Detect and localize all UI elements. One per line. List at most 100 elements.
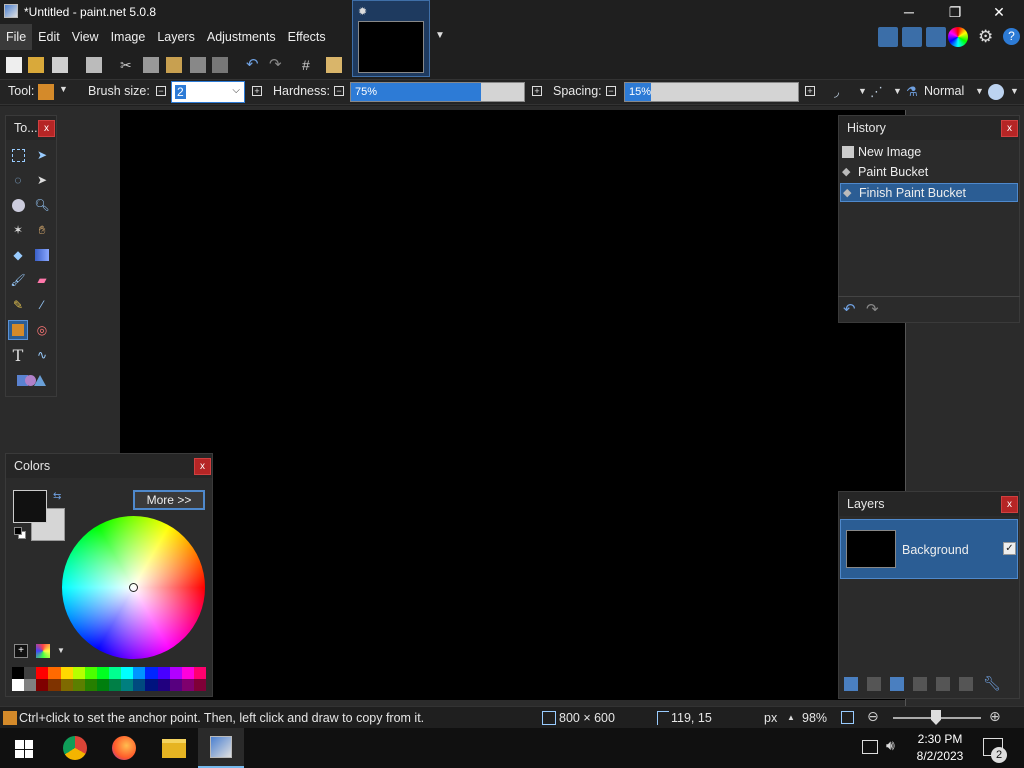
spacing-decrease[interactable]: − bbox=[606, 86, 616, 96]
close-button[interactable]: ✕ bbox=[976, 0, 1022, 24]
history-redo-icon[interactable]: ↷ bbox=[866, 300, 879, 318]
paintbrush-icon[interactable]: 🖌︎ bbox=[8, 270, 28, 290]
add-layer-icon[interactable] bbox=[844, 677, 858, 691]
zoom-slider-thumb[interactable] bbox=[931, 710, 941, 725]
move-layer-up-icon[interactable] bbox=[936, 677, 950, 691]
blend-mode-dropdown-icon[interactable]: ▼ bbox=[975, 86, 984, 96]
colors-window-icon[interactable] bbox=[948, 27, 968, 47]
more-colors-button[interactable]: More >> bbox=[133, 490, 205, 510]
move-layer-down-icon[interactable] bbox=[959, 677, 973, 691]
menu-adjustments[interactable]: Adjustments bbox=[201, 24, 282, 50]
help-icon[interactable]: ? bbox=[1003, 28, 1020, 45]
file-explorer-icon[interactable] bbox=[162, 739, 186, 758]
text-tool-icon[interactable]: T bbox=[8, 345, 28, 365]
sampling-icon[interactable]: ⋰ bbox=[870, 84, 886, 100]
start-windows-icon[interactable] bbox=[15, 740, 33, 758]
add-palette-color-icon[interactable]: + bbox=[14, 644, 28, 658]
units-selector[interactable]: px bbox=[764, 711, 777, 725]
menu-file[interactable]: File bbox=[0, 24, 33, 50]
hardness-decrease[interactable]: − bbox=[334, 86, 344, 96]
units-dropdown-icon[interactable]: ▲ bbox=[787, 713, 795, 722]
palette-menu-icon[interactable] bbox=[36, 644, 50, 658]
merge-layer-down-icon[interactable] bbox=[913, 677, 927, 691]
brush-size-increase[interactable]: + bbox=[252, 86, 262, 96]
paint-bucket-icon[interactable]: ◆ bbox=[8, 245, 28, 265]
swap-colors-icon[interactable]: ⇆ bbox=[53, 491, 61, 502]
color-picker-icon[interactable]: ⁄ bbox=[32, 295, 52, 315]
history-item-selected[interactable]: ◆ Finish Paint Bucket bbox=[840, 183, 1018, 202]
duplicate-layer-icon[interactable] bbox=[890, 677, 904, 691]
image-tab[interactable]: ✹ bbox=[352, 0, 430, 77]
eraser-icon[interactable]: ▰ bbox=[32, 270, 52, 290]
primary-color-swatch[interactable] bbox=[13, 490, 47, 523]
zoom-in-icon[interactable]: ⊕ bbox=[989, 708, 1001, 725]
spacing-increase[interactable]: + bbox=[805, 86, 815, 96]
color-palette[interactable] bbox=[12, 667, 206, 691]
image-canvas[interactable] bbox=[120, 110, 906, 700]
layer-visibility-checkbox[interactable]: ✓ bbox=[1003, 542, 1016, 555]
chrome-icon[interactable] bbox=[63, 736, 87, 760]
grid-icon[interactable]: # bbox=[302, 57, 318, 73]
antialiasing-icon[interactable]: ◞ bbox=[834, 84, 850, 100]
layers-panel-close[interactable]: x bbox=[1001, 496, 1018, 513]
clone-stamp-tool-icon[interactable] bbox=[8, 320, 28, 340]
hardness-slider[interactable]: 75% bbox=[350, 82, 525, 102]
taskbar-paintnet-button[interactable] bbox=[198, 728, 244, 768]
history-item[interactable]: New Image bbox=[840, 143, 1018, 162]
palette-dropdown-icon[interactable]: ▼ bbox=[57, 646, 65, 655]
menu-edit[interactable]: Edit bbox=[32, 24, 66, 50]
history-item[interactable]: ◆ Paint Bucket bbox=[840, 163, 1018, 182]
clock-time[interactable]: 2:30 PM bbox=[916, 732, 964, 746]
gradient-icon[interactable] bbox=[32, 245, 52, 265]
tool-dropdown-icon[interactable]: ▼ bbox=[59, 84, 68, 94]
tools-window-icon[interactable] bbox=[878, 27, 898, 47]
alpha-blending-icon[interactable] bbox=[988, 84, 1004, 100]
colors-panel-close[interactable]: x bbox=[194, 458, 211, 475]
alpha-blending-dropdown-icon[interactable]: ▼ bbox=[1010, 86, 1019, 96]
antialiasing-dropdown-icon[interactable]: ▼ bbox=[858, 86, 867, 96]
layer-properties-icon[interactable]: 🔧︎ bbox=[983, 675, 1001, 692]
clock-date[interactable]: 8/2/2023 bbox=[911, 749, 969, 763]
cut-icon[interactable]: ✂ bbox=[120, 57, 136, 73]
open-file-icon[interactable] bbox=[28, 57, 44, 73]
paste-icon[interactable] bbox=[166, 57, 182, 73]
zoom-icon[interactable]: 🔍︎ bbox=[32, 195, 52, 215]
recolor-icon[interactable]: ◎ bbox=[32, 320, 52, 340]
shapes-icon[interactable] bbox=[13, 370, 49, 390]
brush-size-decrease[interactable]: − bbox=[156, 86, 166, 96]
tools-panel-close[interactable]: x bbox=[38, 120, 55, 137]
menu-effects[interactable]: Effects bbox=[282, 24, 332, 50]
print-icon[interactable] bbox=[86, 57, 102, 73]
brush-size-dropdown-icon[interactable]: ⌵ bbox=[232, 85, 240, 96]
minimize-button[interactable]: ─ bbox=[886, 0, 932, 24]
crop-icon[interactable] bbox=[190, 57, 206, 73]
line-curve-icon[interactable]: ∿ bbox=[32, 345, 52, 365]
history-panel-close[interactable]: x bbox=[1001, 120, 1018, 137]
tab-dropdown-icon[interactable]: ▼ bbox=[435, 30, 445, 41]
pan-hand-icon[interactable]: ✋︎ bbox=[32, 220, 52, 240]
network-icon[interactable] bbox=[862, 740, 878, 754]
ellipse-select-icon[interactable] bbox=[8, 195, 28, 215]
color-wheel-cursor[interactable] bbox=[129, 583, 138, 592]
new-file-icon[interactable] bbox=[6, 57, 22, 73]
undo-icon[interactable]: ↶ bbox=[246, 57, 262, 73]
rectangle-select-icon[interactable] bbox=[8, 145, 28, 165]
copy-icon[interactable] bbox=[143, 57, 159, 73]
redo-icon[interactable]: ↷ bbox=[269, 57, 285, 73]
save-file-icon[interactable] bbox=[52, 57, 68, 73]
ruler-icon[interactable] bbox=[326, 57, 342, 73]
deselect-icon[interactable] bbox=[212, 57, 228, 73]
layers-window-icon[interactable] bbox=[926, 27, 946, 47]
menu-view[interactable]: View bbox=[66, 24, 105, 50]
hardness-increase[interactable]: + bbox=[532, 86, 542, 96]
pencil-icon[interactable]: ✎ bbox=[8, 295, 28, 315]
magic-wand-icon[interactable]: ✶ bbox=[8, 220, 28, 240]
move-selected-pixels-icon[interactable]: ➤ bbox=[32, 145, 52, 165]
lasso-select-icon[interactable]: ◌ bbox=[8, 170, 28, 190]
restore-button[interactable]: ❐ bbox=[932, 0, 978, 24]
volume-icon[interactable]: 🔊︎ bbox=[886, 737, 895, 754]
zoom-out-icon[interactable]: ⊖ bbox=[867, 708, 879, 725]
reset-colors-icon[interactable] bbox=[14, 527, 26, 539]
firefox-icon[interactable] bbox=[112, 736, 136, 760]
clone-stamp-icon[interactable] bbox=[38, 84, 54, 100]
